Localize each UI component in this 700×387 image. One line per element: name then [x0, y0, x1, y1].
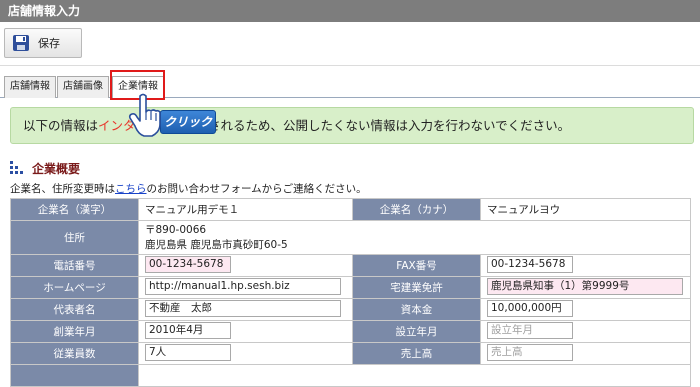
tab-store-info[interactable]: 店舗情報 [4, 76, 56, 98]
window-title: 店舗情報入力 [0, 0, 700, 22]
sales-label: 売上高 [352, 342, 481, 365]
section-title: 企業概要 [32, 161, 81, 176]
save-icon [13, 35, 29, 51]
subnote-text-after: のお問い合わせフォームからご連絡ください。 [146, 183, 367, 195]
subnote-text-before: 企業名、住所変更時は [10, 183, 115, 195]
section-subnote: 企業名、住所変更時はこちらのお問い合わせフォームからご連絡ください。 [10, 181, 367, 196]
section-bars-icon [10, 161, 24, 175]
employees-input[interactable]: 7人 [145, 343, 231, 361]
table-row: ホームページ http://manual1.hp.sesh.biz 宅建業免許 … [10, 276, 691, 299]
click-badge: クリック [160, 110, 216, 134]
homepage-input[interactable]: http://manual1.hp.sesh.biz [145, 277, 341, 295]
license-input[interactable]: 鹿児島県知事（1）第9999号 [487, 277, 683, 295]
table-row: 企業名（漢字） マニュアル用デモ１ 企業名（カナ） マニュアルヨウ [10, 198, 691, 221]
address-value: 〒890-0066 鹿児島県 鹿児島市真砂町60-5 [138, 220, 691, 255]
contact-link[interactable]: こちら [115, 183, 147, 195]
table-row: 創業年月 2010年4月 設立年月 設立年月 [10, 320, 691, 343]
table-row [10, 364, 691, 387]
table-row: 住所 〒890-0066 鹿児島県 鹿児島市真砂町60-5 [10, 220, 691, 255]
established-input[interactable]: 設立年月 [487, 321, 573, 339]
representative-label: 代表者名 [10, 298, 139, 321]
postal-code: 〒890-0066 [145, 223, 207, 236]
sales-input[interactable]: 売上高 [487, 343, 573, 361]
notice-text-after: されるため、公開したくない情報は入力を行わないでください。 [208, 118, 571, 133]
company-kana-label: 企業名（カナ） [352, 198, 481, 221]
phone-input[interactable]: 00-1234-5678 [145, 255, 231, 273]
representative-input[interactable]: 不動産 太郎 [145, 299, 341, 317]
save-button-label: 保存 [38, 37, 60, 50]
company-name-label: 企業名（漢字） [10, 198, 139, 221]
company-name-value: マニュアル用デモ１ [138, 198, 353, 221]
pointer-hand-icon [128, 93, 161, 137]
tab-bar: 店舗情報 店舗画像 企業情報 [0, 72, 700, 99]
table-row: 従業員数 7人 売上高 売上高 [10, 342, 691, 365]
fax-label: FAX番号 [352, 254, 481, 277]
homepage-label: ホームページ [10, 276, 139, 299]
toolbar: 保存 [0, 22, 700, 66]
company-info-table: 企業名（漢字） マニュアル用デモ１ 企業名（カナ） マニュアルヨウ 住所 〒89… [10, 198, 691, 387]
table-row: 代表者名 不動産 太郎 資本金 10,000,000円 [10, 298, 691, 321]
license-label: 宅建業免許 [352, 276, 481, 299]
established-label: 設立年月 [352, 320, 481, 343]
founded-label: 創業年月 [10, 320, 139, 343]
company-kana-value: マニュアルヨウ [480, 198, 691, 221]
extra-value [138, 364, 691, 387]
extra-label [10, 364, 139, 387]
notice-text-before: 以下の情報は [23, 118, 99, 133]
capital-label: 資本金 [352, 298, 481, 321]
address-label: 住所 [10, 220, 139, 255]
founded-input[interactable]: 2010年4月 [145, 321, 231, 339]
address-text: 鹿児島県 鹿児島市真砂町60-5 [145, 238, 288, 251]
employees-label: 従業員数 [10, 342, 139, 365]
notice-banner: 以下の情報はインタ開されるため、公開したくない情報は入力を行わないでください。 [10, 107, 694, 144]
phone-label: 電話番号 [10, 254, 139, 277]
table-row: 電話番号 00-1234-5678 FAX番号 00-1234-5678 [10, 254, 691, 277]
save-button[interactable]: 保存 [4, 28, 82, 58]
capital-input[interactable]: 10,000,000円 [487, 299, 573, 317]
tab-store-images[interactable]: 店舗画像 [57, 76, 109, 98]
section-heading: 企業概要 [10, 160, 80, 176]
fax-input[interactable]: 00-1234-5678 [487, 255, 573, 273]
